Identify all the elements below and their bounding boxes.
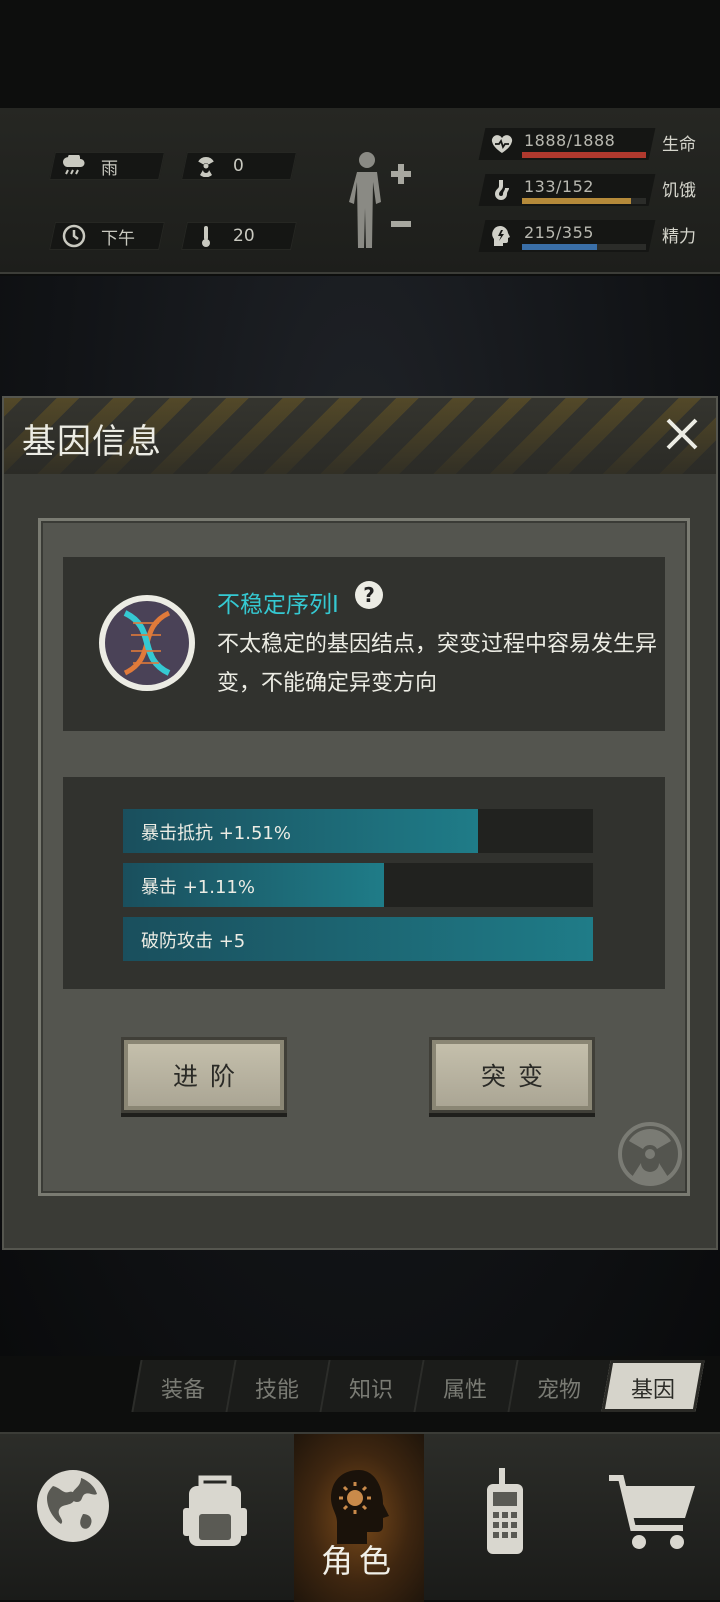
nav-character[interactable]: 角色 <box>294 1434 424 1602</box>
dialog-title: 基因信息 <box>22 422 162 462</box>
stomach-icon <box>490 178 514 202</box>
radio-icon <box>487 1468 523 1554</box>
stat-row: 暴击抵抗 +1.51% <box>123 809 593 853</box>
radiation-value: 0 <box>233 156 244 176</box>
stat-row: 暴击 +1.11% <box>123 863 593 907</box>
energy-head-icon <box>490 224 514 248</box>
health-bar-fill <box>522 152 646 158</box>
close-icon <box>666 418 698 450</box>
radiation-icon <box>193 153 219 179</box>
tab-knowledge[interactable]: 知识 <box>319 1360 423 1412</box>
energy-value: 215/355 <box>524 223 594 242</box>
radiation-chip: 0 <box>181 152 297 180</box>
dialog-content-panel: 不稳定序列Ⅰ ? 不太稳定的基因结点，突变过程中容易发生异变，不能确定异变方向 … <box>38 518 690 1196</box>
hunger-bar-fill <box>522 198 631 204</box>
hunger-value: 133/152 <box>524 177 594 196</box>
stat-label: 暴击 +1.11% <box>141 877 255 898</box>
tab-genes[interactable]: 基因 <box>601 1360 705 1412</box>
gene-info-box: 不稳定序列Ⅰ ? 不太稳定的基因结点，突变过程中容易发生异变，不能确定异变方向 <box>63 557 665 731</box>
temperature-value: 20 <box>233 226 255 246</box>
rain-cloud-icon <box>61 153 87 179</box>
weather-chip: 雨 <box>49 152 165 180</box>
dna-badge <box>97 583 197 703</box>
human-body-icon <box>349 152 411 248</box>
time-chip: 下午 <box>49 222 165 250</box>
stat-label: 暴击抵抗 +1.51% <box>141 823 291 844</box>
nav-backpack[interactable] <box>150 1434 280 1602</box>
tab-attributes[interactable]: 属性 <box>413 1360 517 1412</box>
energy-bar-fill <box>522 244 598 250</box>
time-value: 下午 <box>101 228 135 249</box>
vital-hunger: 133/152 饥饿 <box>478 174 700 210</box>
help-icon[interactable]: ? <box>355 581 383 609</box>
health-label: 生命 <box>662 135 696 155</box>
advance-button-label: 进阶 <box>172 1062 247 1091</box>
nav-shop[interactable] <box>588 1434 718 1602</box>
gene-description: 不太稳定的基因结点，突变过程中容易发生异变，不能确定异变方向 <box>217 632 658 696</box>
gene-stats-box: 暴击抵抗 +1.51% 暴击 +1.11% 破防攻击 +5 <box>63 777 665 989</box>
tab-skills[interactable]: 技能 <box>225 1360 329 1412</box>
vital-energy: 215/355 精力 <box>478 220 700 256</box>
bottom-nav: 角色 <box>0 1432 720 1602</box>
tab-equipment[interactable]: 装备 <box>131 1360 235 1412</box>
weather-value: 雨 <box>101 158 118 179</box>
mutate-button-label: 突变 <box>480 1062 555 1091</box>
temperature-chip: 20 <box>181 222 297 250</box>
thermometer-icon <box>193 223 219 249</box>
tab-pets[interactable]: 宠物 <box>507 1360 611 1412</box>
mutate-button[interactable]: 突变 <box>429 1037 595 1113</box>
heart-pulse-icon <box>490 132 514 156</box>
nav-character-label: 角色 <box>320 1542 397 1580</box>
health-value: 1888/1888 <box>524 131 616 150</box>
clock-icon <box>61 223 87 249</box>
cart-icon <box>609 1475 695 1549</box>
dna-icon <box>99 595 195 691</box>
gene-info-dialog: 基因信息 不稳定序列Ⅰ ? 不太稳定的基因结点，突变过程中容易发生异变，不能确定… <box>2 396 718 1250</box>
close-button[interactable] <box>662 414 702 454</box>
advance-button[interactable]: 进阶 <box>121 1037 287 1113</box>
vital-health: 1888/1888 生命 <box>478 128 700 164</box>
nav-map[interactable] <box>8 1434 138 1602</box>
energy-label: 精力 <box>662 227 696 247</box>
globe-icon <box>37 1470 109 1542</box>
gene-name: 不稳定序列Ⅰ <box>217 592 339 618</box>
nav-radio[interactable] <box>440 1434 570 1602</box>
body-status-button[interactable] <box>345 148 415 252</box>
stat-label: 破防攻击 +5 <box>141 931 246 952</box>
radiation-watermark-icon <box>617 1121 683 1187</box>
hunger-label: 饥饿 <box>662 181 696 201</box>
backpack-icon <box>183 1475 247 1546</box>
stat-row: 破防攻击 +5 <box>123 917 593 961</box>
character-tabs: 装备 技能 知识 属性 宠物 基因 <box>131 1360 705 1412</box>
